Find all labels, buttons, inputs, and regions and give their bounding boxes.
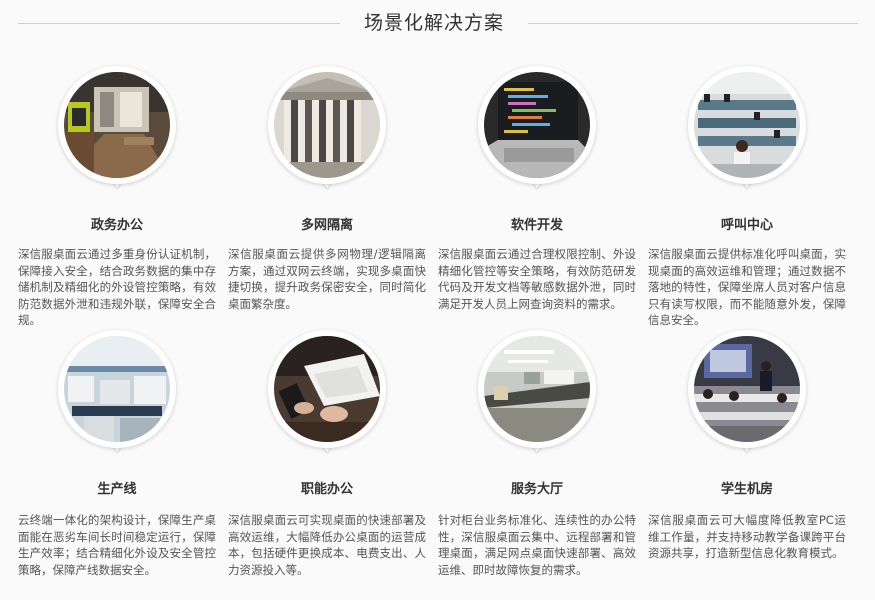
scenario-description: 深信服桌面云可大幅度降低教室PC运维工作量，并支持移动教学备课跨平台资源共享，打… xyxy=(648,513,846,560)
scenario-description: 云终端一体化的架构设计，保障生产桌面能在恶劣车间长时间稳定运行，保障生产效率；结… xyxy=(18,513,216,577)
scenario-title: 职能办公 xyxy=(300,482,353,497)
section-header: 场景化解决方案 xyxy=(0,0,875,50)
laptop-code-photo xyxy=(484,72,590,178)
service-hall-photo xyxy=(484,336,590,442)
section-title: 场景化解决方案 xyxy=(363,12,504,34)
header-divider-left xyxy=(18,23,340,24)
government-office-photo xyxy=(64,72,170,178)
scenario-description: 深信服桌面云可实现桌面的快速部署及高效运维，大幅降低办公桌面的运营成本，包括硬件… xyxy=(228,513,426,577)
scenario-description: 深信服桌面云提供多网物理/逻辑隔离方案，通过双网云终端，实现多桌面快捷切换，提升… xyxy=(228,247,426,311)
scenario-description: 深信服桌面云提供标准化呼叫桌面，实现桌面的高效运维和管理；通过数据不落地的特性，… xyxy=(648,247,846,327)
scenario-title: 政务办公 xyxy=(90,218,143,233)
scenario-title: 学生机房 xyxy=(720,482,773,497)
scenario-title: 呼叫中心 xyxy=(720,218,773,233)
office-desk-photo xyxy=(274,336,380,442)
scenario-title: 多网隔离 xyxy=(300,218,353,233)
scenario-description: 针对柜台业务标准化、连续性的办公特性，深信服桌面云集中、远程部署和管理桌面，满足… xyxy=(438,513,636,577)
scenario-title: 软件开发 xyxy=(510,218,563,233)
scenario-description: 深信服桌面云通过合理权限控制、外设精细化管控等安全策略，有效防范研发代码及开发文… xyxy=(438,247,636,311)
scenario-title: 服务大厅 xyxy=(510,482,563,497)
columned-building-photo xyxy=(274,72,380,178)
scenario-title: 生产线 xyxy=(97,482,137,497)
call-center-photo xyxy=(694,72,800,178)
classroom-photo xyxy=(694,336,800,442)
header-divider-right xyxy=(528,23,858,24)
production-line-photo xyxy=(64,336,170,442)
scenario-description: 深信服桌面云通过多重身份认证机制，保障接入安全，结合政务数据的集中存储机制及精细… xyxy=(18,247,216,327)
